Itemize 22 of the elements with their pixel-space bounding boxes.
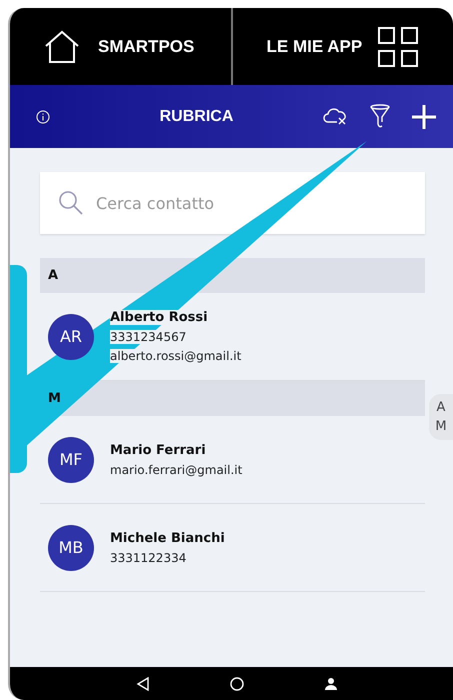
- page-title: RUBRICA: [158, 108, 234, 126]
- avatar-initials: AR: [48, 314, 94, 360]
- user-icon[interactable]: [324, 676, 338, 690]
- section-letter: A: [48, 268, 58, 283]
- section-letter: M: [48, 391, 61, 406]
- info-icon[interactable]: [36, 110, 50, 124]
- grid-icon: [378, 26, 418, 66]
- avatar-initials: MF: [48, 436, 94, 482]
- contact-name[interactable]: Michele Bianchi: [110, 530, 225, 546]
- contact-detail: alberto.rossi@gmail.it: [110, 349, 242, 363]
- filter-icon[interactable]: [369, 104, 391, 130]
- index-letter[interactable]: A: [436, 400, 446, 415]
- contact-detail: mario.ferrari@gmail.it: [110, 462, 242, 476]
- add-icon[interactable]: [411, 104, 437, 130]
- search-icon: [58, 190, 84, 216]
- search-field[interactable]: Cerca contatto: [40, 172, 425, 234]
- avatar-initials: MB: [48, 524, 94, 570]
- back-icon[interactable]: [136, 676, 150, 690]
- smartpos-tab[interactable]: SMARTPOS: [10, 8, 230, 85]
- index-letter[interactable]: M: [435, 419, 447, 434]
- home-icon[interactable]: [230, 676, 244, 690]
- home-icon: [44, 30, 80, 64]
